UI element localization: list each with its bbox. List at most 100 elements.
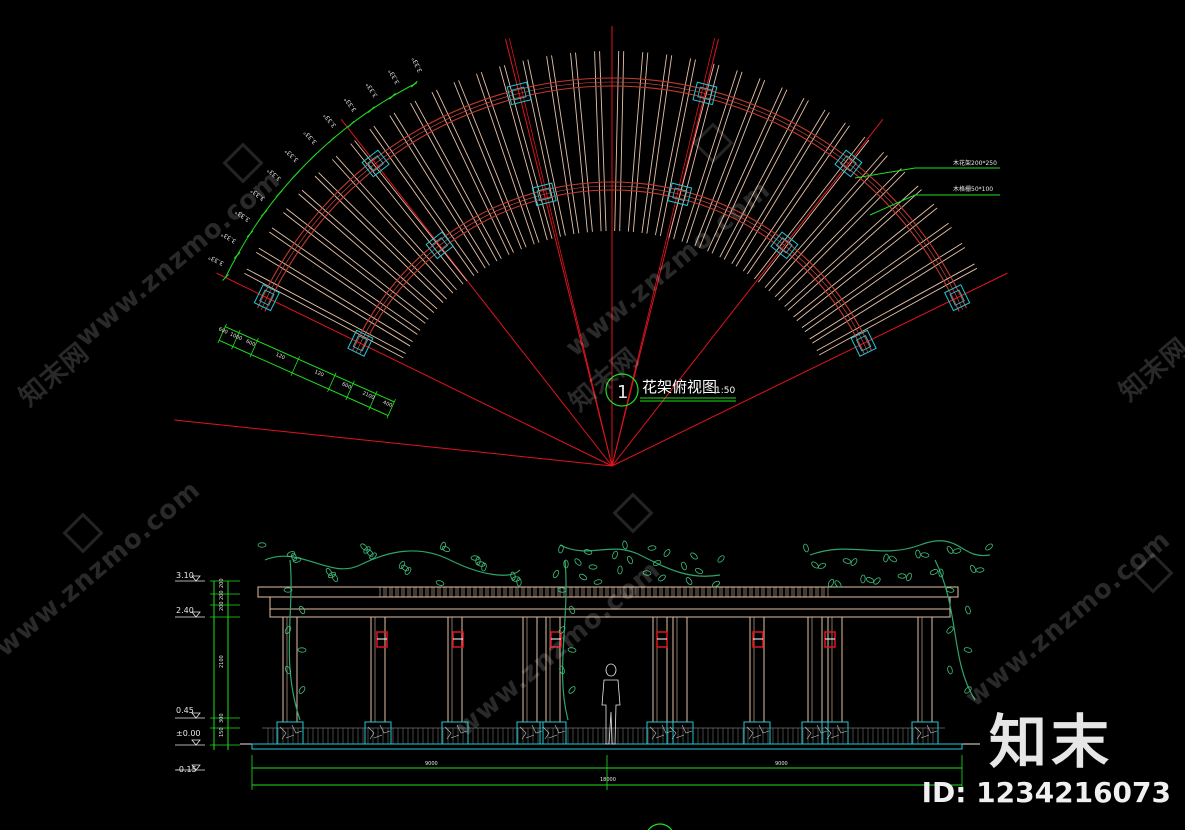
vine-leaf [476, 561, 486, 567]
stone-pattern [804, 724, 828, 740]
rafter-end [763, 586, 769, 598]
rafter-end [745, 586, 751, 598]
rafter-end [457, 586, 463, 598]
horiz-dim-label-3: 18000 [600, 777, 616, 783]
rafter-end [409, 586, 415, 598]
vert-dim-label: 2100 [219, 655, 225, 668]
rafter-end [421, 586, 427, 598]
rafter-end [679, 586, 685, 598]
vine-leaf [257, 542, 267, 548]
column [807, 616, 823, 723]
vine-leaf [883, 553, 889, 563]
vert-dim-label: 200 [219, 578, 225, 588]
angle-dim-label: 3.33° [322, 112, 338, 129]
radial-centerline [174, 419, 613, 467]
rafter-end [721, 586, 727, 598]
vine-leaf [292, 557, 302, 563]
rafter-end [799, 586, 805, 598]
level-label-1: 3.10 [176, 571, 194, 580]
rafter-end [697, 586, 703, 598]
column-pedestal [666, 721, 694, 745]
pergola-elevation-view: 2002002002100300150 [175, 540, 993, 830]
angle-dim-label: 3.33° [284, 147, 301, 163]
angle-dim-label: 3.33° [387, 68, 401, 86]
level-label-2: 2.40 [176, 606, 194, 615]
horiz-dim-label-2: 9000 [775, 761, 788, 767]
rafter-end [415, 586, 421, 598]
rafter-end [523, 586, 529, 598]
vine [288, 559, 301, 721]
vine-leaf [435, 580, 445, 586]
vine-leaf [817, 562, 827, 570]
vine-leaf [827, 578, 835, 588]
rafter-end [481, 586, 487, 598]
rafter-end [535, 586, 541, 598]
vert-dim-label: 200 [219, 590, 225, 600]
vine-leaf [557, 587, 567, 593]
watermark-logo-mark [692, 122, 734, 164]
rafter-end [673, 586, 679, 598]
brand-id-text: ID: 1234216073 [921, 776, 1171, 809]
vine-leaf [975, 567, 985, 573]
vine-leaf [947, 665, 953, 675]
rafter-end [817, 586, 823, 598]
stone-pattern [367, 724, 391, 740]
vine-leaf [360, 543, 368, 551]
column-pedestal [821, 721, 849, 745]
rafter-end [709, 586, 715, 598]
rafter-end [451, 586, 457, 598]
rafter-end [757, 586, 763, 598]
vine-leaf [889, 555, 897, 563]
rafter-end [775, 586, 781, 598]
callout-label-1: 木花架200*250 [953, 159, 997, 167]
rafter-end [751, 586, 757, 598]
vine-leaf [952, 548, 962, 554]
angle-dim-label: 3.33° [411, 56, 424, 74]
rafter-end [553, 586, 559, 598]
angle-dim-label: 3.33° [343, 96, 358, 113]
angle-dim-label: 3.33° [302, 129, 318, 146]
angle-dim-label: 3.33° [365, 81, 380, 99]
rafter-end [781, 586, 787, 598]
vine-leaf [441, 546, 451, 552]
rafter-end [571, 586, 577, 598]
vine-leaf [593, 579, 603, 585]
rafter-end [475, 586, 481, 598]
vine-leaf [860, 574, 866, 584]
vine-leaf [850, 558, 858, 566]
vine-leaf [906, 572, 912, 582]
rafter-end [469, 586, 475, 598]
rafter-end [379, 586, 385, 598]
rafter-end [403, 586, 409, 598]
vine-leaf [568, 686, 576, 694]
radial-dim-line [225, 326, 395, 403]
vine-leaf [475, 556, 481, 566]
vine-leaf [511, 576, 521, 582]
vine-leaf [694, 567, 704, 575]
column [917, 616, 933, 723]
column-pedestal [801, 721, 829, 745]
vine-leaf [617, 565, 623, 575]
level-label-5: -0.15 [176, 765, 197, 774]
vine-leaf [873, 577, 881, 585]
vine-leaf [574, 558, 582, 566]
rafter-end [529, 586, 535, 598]
rafter-end [511, 586, 517, 598]
vine-leaf [915, 549, 921, 559]
rafter-end [805, 586, 811, 598]
rafter-end [391, 586, 397, 598]
vine-leaf [681, 561, 687, 571]
column-pedestal [276, 721, 304, 745]
level-label-3: 0.45 [176, 706, 194, 715]
rafter-end [589, 586, 595, 598]
vine-leaf [588, 564, 598, 570]
callout-leader-1 [854, 167, 916, 179]
vine-leaf [897, 573, 907, 579]
vine-leaf [717, 555, 725, 563]
vine-leaf [284, 626, 292, 634]
plan-scale: 1:50 [715, 386, 735, 396]
rafter-end [547, 586, 553, 598]
vine-leaf [470, 555, 480, 561]
vine-leaf [612, 550, 618, 560]
vine-leaf [297, 647, 307, 653]
